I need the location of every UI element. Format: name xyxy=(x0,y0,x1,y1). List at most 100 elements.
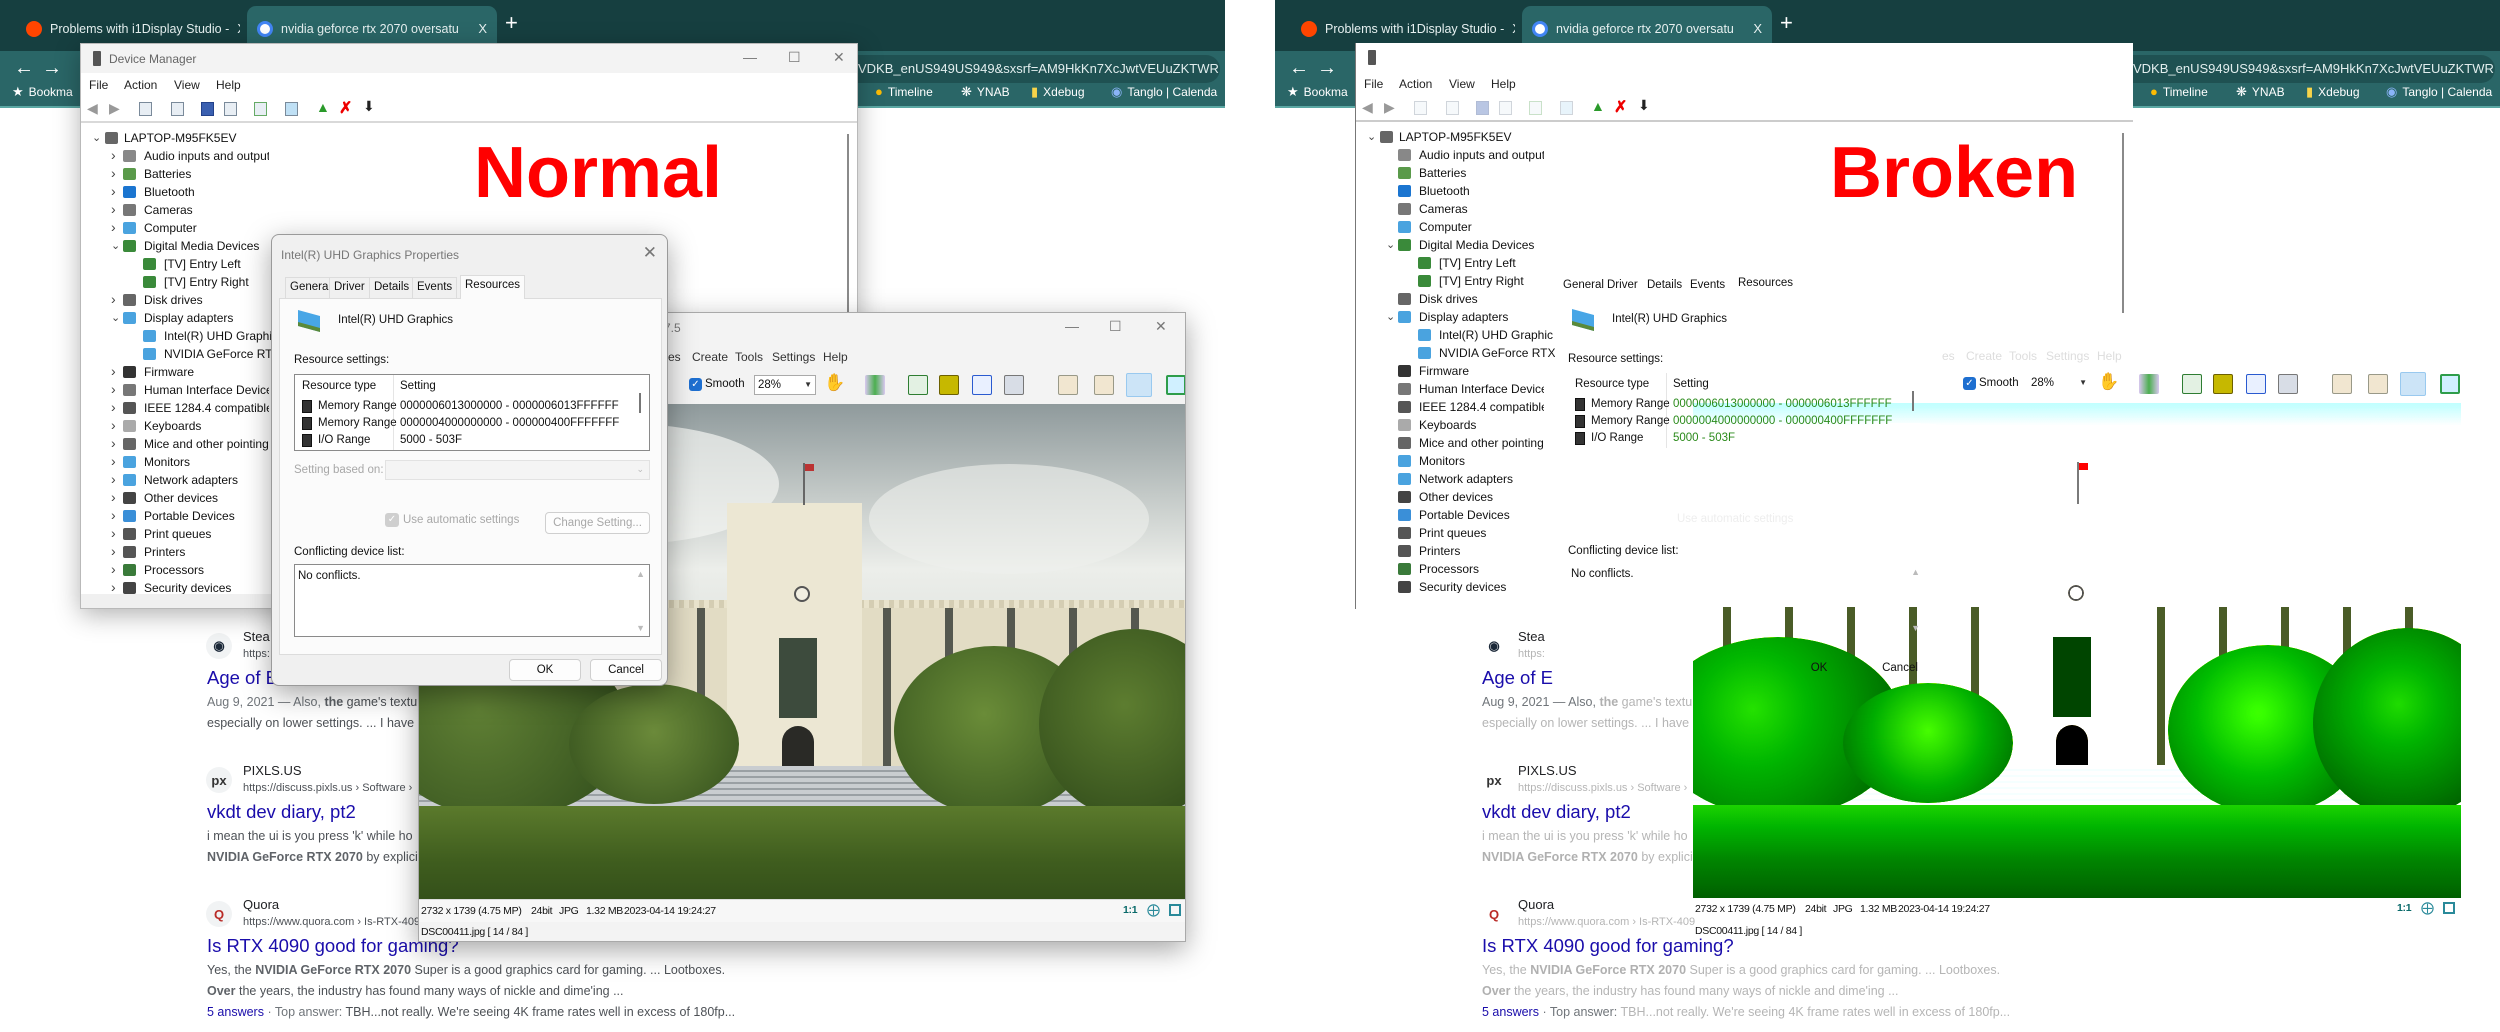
menu-create[interactable]: Create xyxy=(692,350,728,364)
crop-icon[interactable] xyxy=(939,375,959,395)
chevron-right-icon[interactable]: › xyxy=(111,399,116,415)
menu-settings[interactable]: Settings xyxy=(2046,349,2089,363)
menu-file[interactable]: File xyxy=(89,78,108,92)
menu-favorites[interactable]: es xyxy=(668,350,681,364)
chevron-right-icon[interactable]: › xyxy=(111,417,116,433)
scroll-up-icon[interactable]: ▲ xyxy=(636,569,645,579)
compare-icon[interactable] xyxy=(1004,375,1024,395)
smooth-checkbox[interactable]: ✓ xyxy=(689,378,702,391)
tab-details[interactable]: Details xyxy=(369,277,415,298)
view-icon[interactable] xyxy=(224,102,237,116)
answers-link[interactable]: 5 answers xyxy=(1482,1005,1539,1019)
tab-driver[interactable]: Driver xyxy=(1603,276,1642,297)
fit-icon[interactable]: ⨁ xyxy=(2421,900,2434,916)
fullscreen-small-icon[interactable] xyxy=(1169,904,1181,916)
hand-tool-icon[interactable]: ✋ xyxy=(2098,372,2119,392)
bookmark-bookmarks[interactable]: ★ Bookma xyxy=(12,84,73,100)
list-scrollbar[interactable] xyxy=(1912,391,1914,411)
result-title-link[interactable]: Age of E xyxy=(1482,667,1553,689)
chevron-right-icon[interactable]: › xyxy=(111,453,116,469)
chevron-down-icon[interactable]: ⌄ xyxy=(92,131,101,144)
menu-view[interactable]: View xyxy=(1449,77,1475,91)
chevron-down-icon[interactable]: ⌄ xyxy=(1367,130,1376,143)
menu-action[interactable]: Action xyxy=(124,78,157,92)
help-icon[interactable] xyxy=(1476,101,1489,115)
result-url[interactable]: https://discuss.pixls.us › Software › xyxy=(1518,782,1687,794)
menu-favorites[interactable]: es xyxy=(1942,349,1955,363)
back-arrow-icon[interactable]: ◀ xyxy=(1362,99,1373,116)
bookmark-tanglo[interactable]: ◉ Tanglo | Calenda xyxy=(2386,84,2492,100)
result-url[interactable]: https://www.quora.com › Is-RTX-409 xyxy=(243,916,420,928)
minimize-button[interactable]: — xyxy=(1065,318,1079,334)
vertical-scrollbar[interactable] xyxy=(2122,133,2124,313)
menu-view[interactable]: View xyxy=(174,78,200,92)
properties-icon[interactable] xyxy=(139,102,152,116)
bookmark-tanglo[interactable]: ◉ Tanglo | Calenda xyxy=(1111,84,1217,100)
chevron-right-icon[interactable]: › xyxy=(111,471,116,487)
browser-layout-icon[interactable] xyxy=(2368,374,2388,394)
rename-icon[interactable] xyxy=(2246,374,2266,394)
download-icon[interactable]: ⬇ xyxy=(1638,97,1650,114)
actual-size-button[interactable]: 1:1 xyxy=(1123,904,1138,916)
cancel-button[interactable]: Cancel xyxy=(1864,658,1936,680)
help-icon[interactable] xyxy=(201,102,214,116)
tree-item[interactable]: › Bluetooth xyxy=(81,183,841,201)
resource-list[interactable]: Resource type Setting Memory Range 00000… xyxy=(1568,373,1924,450)
forward-icon[interactable]: → xyxy=(1317,57,1337,80)
zoom-combo[interactable]: 28% ▼ xyxy=(2028,374,2090,394)
chevron-down-icon[interactable]: ⌄ xyxy=(111,311,120,324)
ok-button[interactable]: OK xyxy=(509,659,581,681)
bookmark-ynab[interactable]: ❋ YNAB xyxy=(2236,84,2285,100)
result-title-link[interactable]: vkdt dev diary, pt2 xyxy=(207,801,356,823)
update-icon[interactable] xyxy=(171,102,184,116)
thumbnails-layout-icon[interactable] xyxy=(1058,375,1078,395)
tab-driver[interactable]: Driver xyxy=(329,277,370,298)
menu-action[interactable]: Action xyxy=(1399,77,1432,91)
bookmark-timeline[interactable]: ● Timeline xyxy=(875,84,933,99)
resize-icon[interactable] xyxy=(908,375,928,395)
setting-based-on-dropdown[interactable]: ⌄ xyxy=(385,460,650,480)
tree-item[interactable]: ⌄ LAPTOP-M95FK5EV xyxy=(81,129,841,147)
chevron-right-icon[interactable]: › xyxy=(111,183,116,199)
result-title-link[interactable]: Age of E xyxy=(207,667,278,689)
resource-row[interactable]: Memory Range 0000006013000000 - 00000060… xyxy=(295,398,635,415)
resource-row[interactable]: I/O Range 5000 - 503F xyxy=(1568,430,1908,447)
tab-events[interactable]: Events xyxy=(1686,276,1729,297)
menu-settings[interactable]: Settings xyxy=(772,350,815,364)
viewer-layout-icon[interactable] xyxy=(1126,373,1152,397)
menu-help[interactable]: Help xyxy=(823,350,848,364)
chevron-right-icon[interactable]: › xyxy=(111,147,116,163)
scan-hardware-icon[interactable] xyxy=(254,102,267,116)
chevron-down-icon[interactable]: ⌄ xyxy=(1386,238,1395,251)
scroll-up-icon[interactable]: ▲ xyxy=(1911,567,1920,577)
result-url[interactable]: https://discuss.pixls.us › Software › xyxy=(243,782,412,794)
chevron-right-icon[interactable]: › xyxy=(111,435,116,451)
close-button[interactable]: ✕ xyxy=(1155,318,1167,335)
resource-row[interactable]: Memory Range 0000004000000000 - 00000040… xyxy=(295,415,635,432)
list-scrollbar[interactable] xyxy=(639,393,641,413)
ok-button[interactable]: OK xyxy=(1783,658,1855,680)
result-title-link[interactable]: vkdt dev diary, pt2 xyxy=(1482,801,1631,823)
rename-icon[interactable] xyxy=(972,375,992,395)
download-icon[interactable]: ⬇ xyxy=(363,98,375,115)
compare-icon[interactable] xyxy=(2278,374,2298,394)
back-icon[interactable]: ← xyxy=(14,57,34,80)
bookmark-xdebug[interactable]: ▮ Xdebug xyxy=(2306,84,2360,100)
tab-resources[interactable]: Resources xyxy=(1734,274,1797,298)
chevron-right-icon[interactable]: › xyxy=(111,381,116,397)
maximize-button[interactable]: ☐ xyxy=(788,49,801,66)
view-icon[interactable] xyxy=(1499,101,1512,115)
add-driver-icon[interactable]: ▲ xyxy=(1591,98,1605,114)
result-url[interactable]: https: xyxy=(243,648,270,660)
vertical-scrollbar[interactable] xyxy=(847,134,849,314)
chevron-down-icon[interactable]: ⌄ xyxy=(111,239,120,252)
back-icon[interactable]: ← xyxy=(1289,57,1309,80)
fit-icon[interactable]: ⨁ xyxy=(1147,902,1160,918)
display-icon[interactable] xyxy=(1560,101,1573,115)
new-tab-button[interactable]: + xyxy=(1780,10,1793,36)
fullscreen-icon[interactable] xyxy=(2440,374,2460,394)
close-tab-icon[interactable]: X xyxy=(229,21,240,36)
display-icon[interactable] xyxy=(285,102,298,116)
chevron-right-icon[interactable]: › xyxy=(111,579,116,594)
bookmark-ynab[interactable]: ❋ YNAB xyxy=(961,84,1010,100)
